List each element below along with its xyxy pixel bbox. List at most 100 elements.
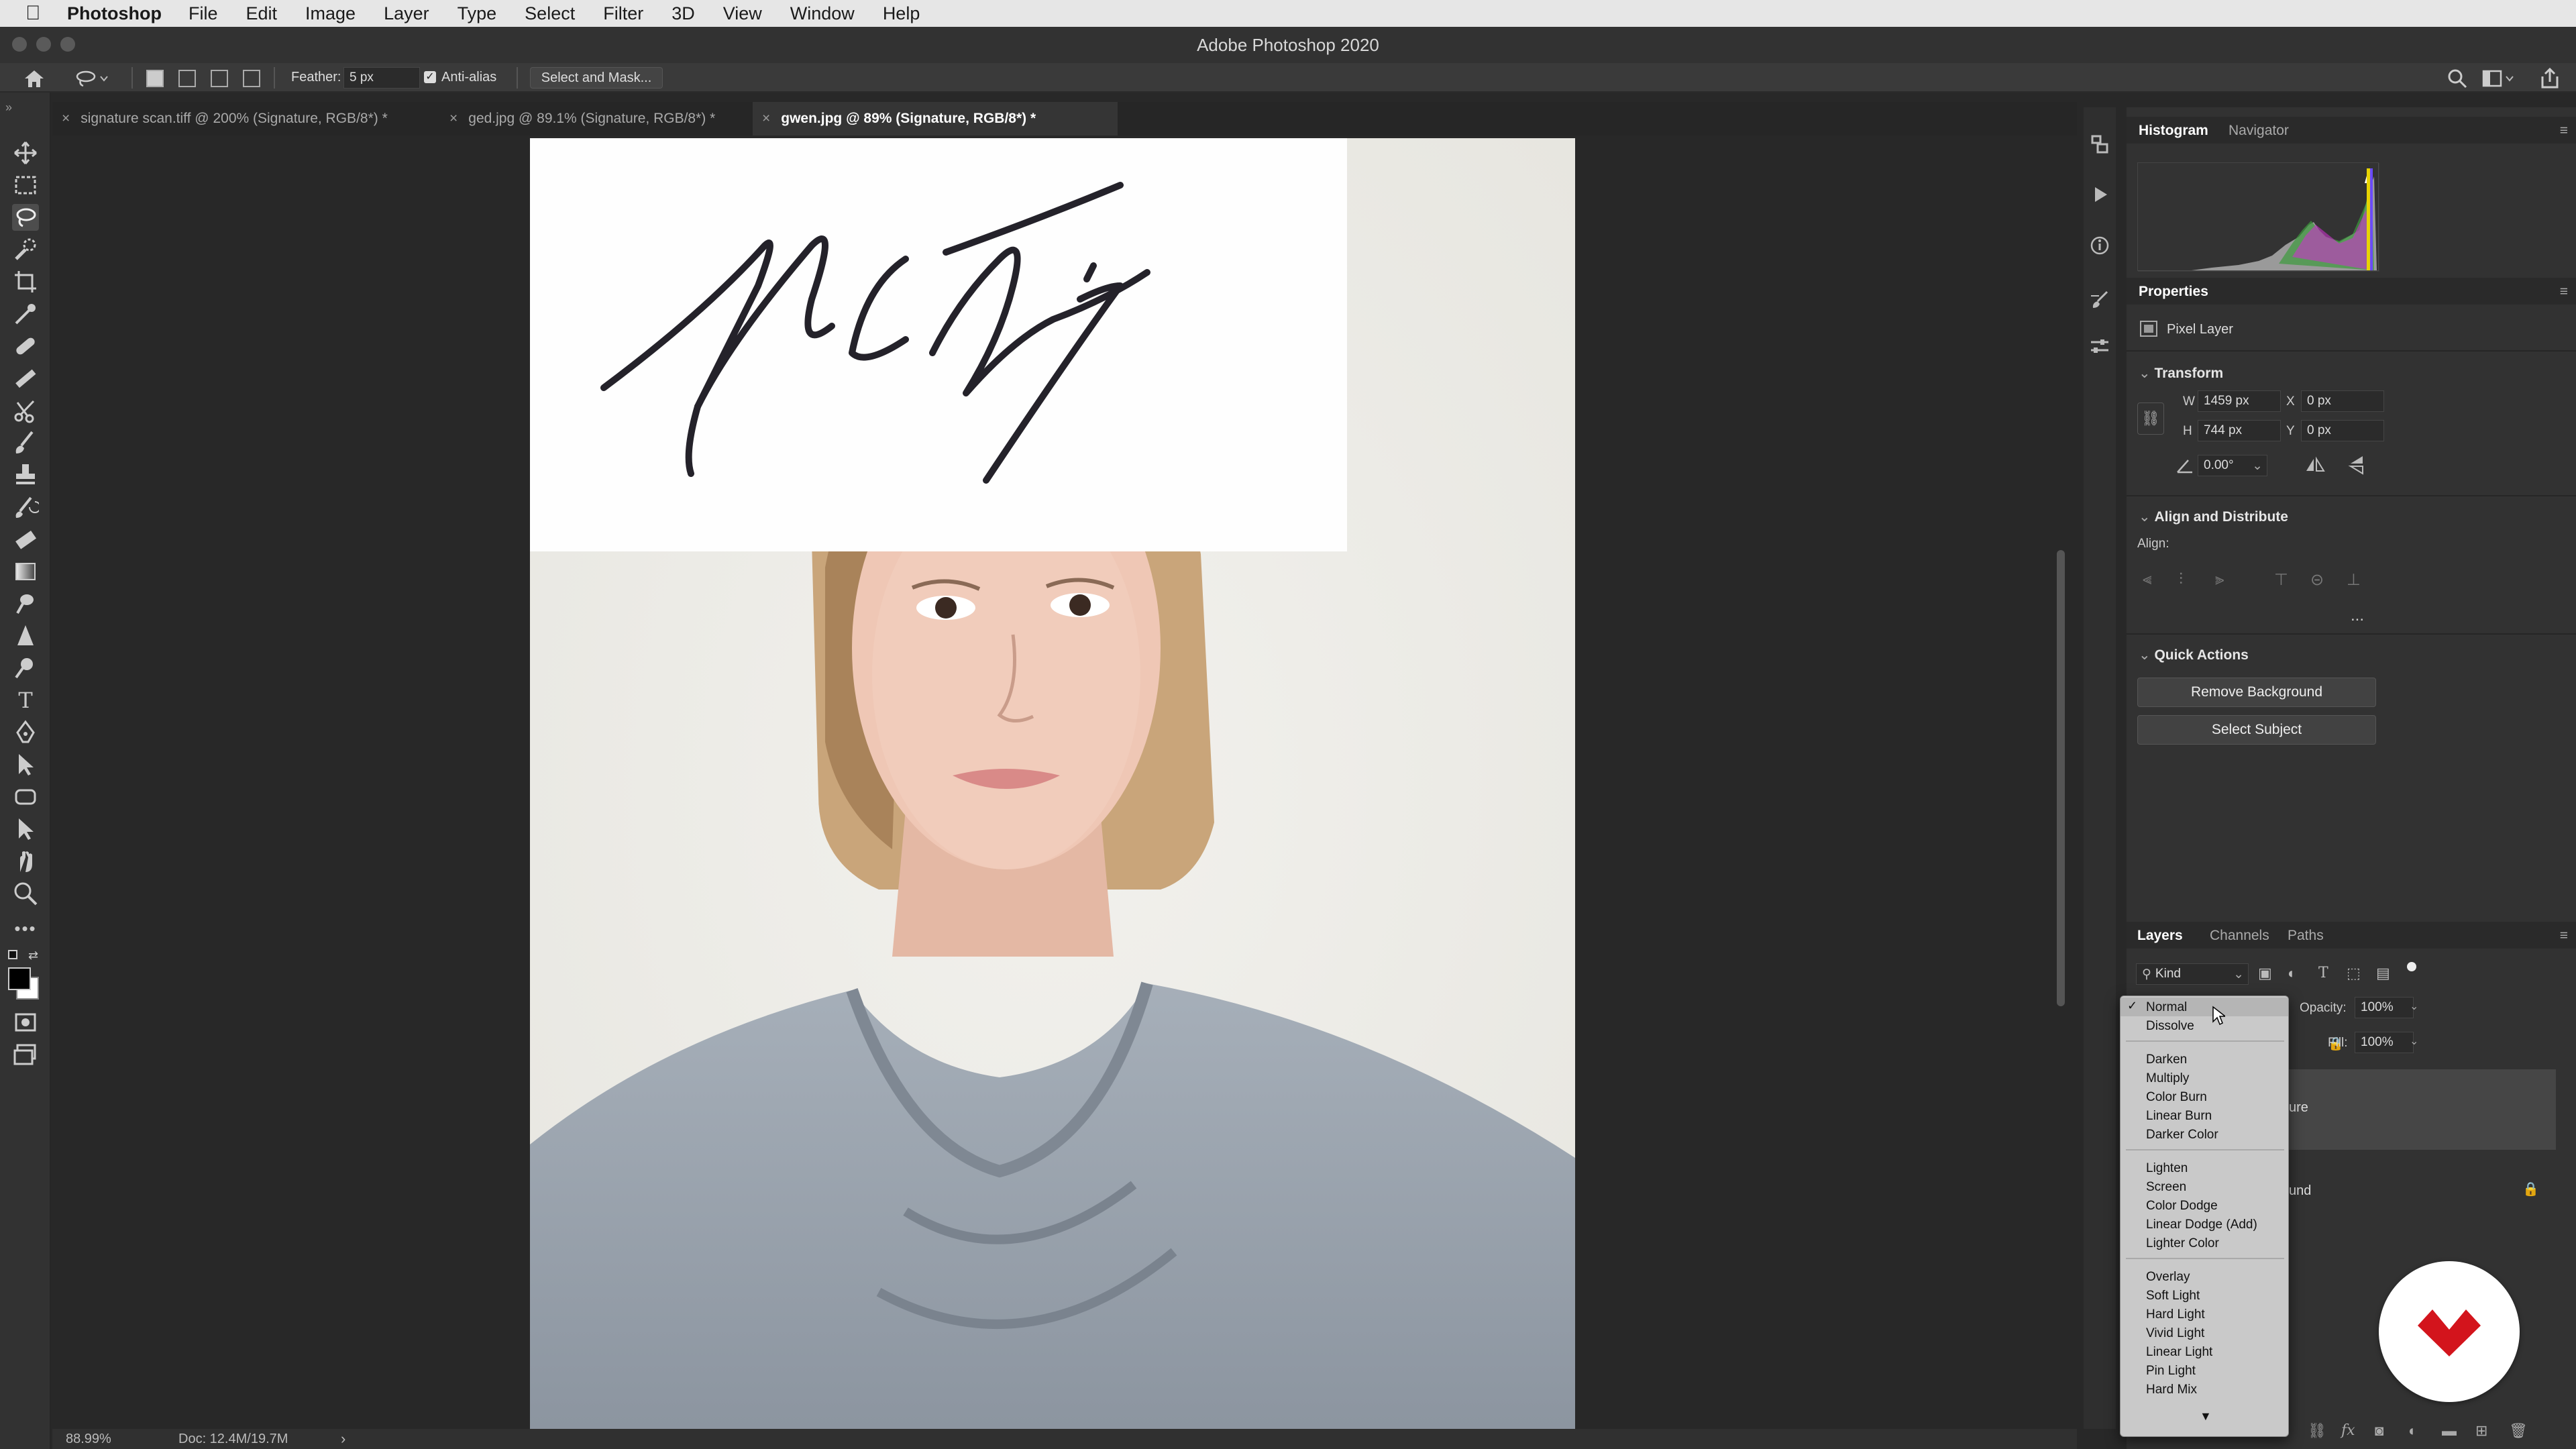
scissors-tool-icon[interactable] <box>12 397 39 424</box>
feather-input[interactable]: 5 px <box>343 67 420 89</box>
new-layer-icon[interactable]: ⊞ <box>2475 1422 2487 1440</box>
panel-menu-icon[interactable]: ≡ <box>2560 284 2568 300</box>
tab-ged[interactable]: × ged.jpg @ 89.1% (Signature, RGB/8*) * <box>440 102 805 136</box>
filter-smart-object-icon[interactable]: ▤ <box>2376 965 2390 982</box>
blend-option-multiply[interactable]: Multiply <box>2146 1071 2189 1086</box>
healing-brush-tool-icon[interactable] <box>12 333 39 360</box>
antialias-checkbox[interactable]: ✓ <box>424 71 436 83</box>
more-tools-icon[interactable]: ••• <box>12 915 39 942</box>
tab-signature-scan[interactable]: × signature scan.tiff @ 200% (Signature,… <box>52 102 448 136</box>
tab-histogram[interactable]: Histogram <box>2139 123 2208 139</box>
signature-layer[interactable] <box>530 138 1347 551</box>
path-selection-tool-icon[interactable] <box>12 751 39 778</box>
filter-toggle-icon[interactable] <box>2407 962 2416 971</box>
history-panel-icon[interactable] <box>2088 131 2112 156</box>
close-tab-icon[interactable]: × <box>762 111 770 127</box>
blend-option-overlay[interactable]: Overlay <box>2146 1270 2190 1285</box>
actions-play-icon[interactable] <box>2088 182 2112 207</box>
info-icon[interactable] <box>2088 233 2112 258</box>
close-tab-icon[interactable]: × <box>62 111 70 127</box>
quick-actions-header[interactable]: ⌄ Quick Actions <box>2139 647 2249 663</box>
scroll-down-arrow-icon[interactable]: ▼ <box>2200 1409 2212 1424</box>
remove-background-button[interactable]: Remove Background <box>2137 678 2376 707</box>
close-tab-icon[interactable]: × <box>449 111 458 127</box>
tab-navigator[interactable]: Navigator <box>2229 123 2289 139</box>
marquee-tool-icon[interactable] <box>12 172 39 199</box>
fill-field[interactable]: 100% <box>2355 1032 2414 1053</box>
zoom-tool-icon[interactable] <box>12 880 39 907</box>
blend-option-hard-light[interactable]: Hard Light <box>2146 1307 2205 1322</box>
panel-menu-icon[interactable]: ≡ <box>2560 928 2568 944</box>
flip-horizontal-icon[interactable] <box>2305 456 2325 474</box>
workspace-icon[interactable] <box>2482 68 2514 89</box>
delete-layer-icon[interactable]: 🗑 <box>2509 1422 2528 1440</box>
blend-option-normal[interactable]: Normal <box>2146 1000 2187 1015</box>
direct-selection-tool-icon[interactable] <box>12 816 39 843</box>
filter-type-icon[interactable]: T <box>2318 965 2328 981</box>
menu-app-name[interactable]: Photoshop <box>67 3 162 24</box>
brush-tool-icon[interactable] <box>12 365 39 392</box>
link-layers-icon[interactable]: ⛓ <box>2308 1422 2326 1440</box>
gradient-tool-icon[interactable] <box>12 558 39 585</box>
x-field[interactable]: 0 px <box>2301 390 2384 412</box>
paint-brush-icon[interactable] <box>12 429 39 456</box>
blend-option-screen[interactable]: Screen <box>2146 1180 2186 1195</box>
tab-channels[interactable]: Channels <box>2210 928 2269 944</box>
clone-stamp-tool-icon[interactable] <box>12 462 39 488</box>
align-left-icon[interactable]: ⫷ <box>2143 570 2152 589</box>
move-tool-icon[interactable] <box>12 140 39 166</box>
height-field[interactable]: 744 px <box>2198 420 2281 441</box>
default-colors-icon[interactable] <box>8 950 17 959</box>
menu-type[interactable]: Type <box>458 3 497 24</box>
panel-menu-icon[interactable]: ≡ <box>2560 123 2568 139</box>
adjustment-layer-icon[interactable]: ◐ <box>2408 1422 2417 1440</box>
blend-option-lighter-color[interactable]: Lighter Color <box>2146 1236 2219 1251</box>
blend-option-dissolve[interactable]: Dissolve <box>2146 1019 2194 1034</box>
swap-colors-icon[interactable]: ⇄ <box>28 949 38 963</box>
subtract-selection-icon[interactable] <box>211 70 228 87</box>
blend-option-darker-color[interactable]: Darker Color <box>2146 1128 2218 1142</box>
brush-settings-icon[interactable] <box>2088 287 2112 311</box>
align-section-header[interactable]: ⌄ Align and Distribute <box>2139 508 2288 525</box>
width-field[interactable]: 1459 px <box>2198 390 2281 412</box>
rectangle-tool-icon[interactable] <box>12 784 39 810</box>
intersect-selection-icon[interactable] <box>243 70 260 87</box>
select-subject-button[interactable]: Select Subject <box>2137 715 2376 745</box>
adjustments-sliders-icon[interactable] <box>2088 334 2112 358</box>
chevron-down-icon[interactable]: ⌄ <box>2410 1034 2418 1048</box>
filter-shape-icon[interactable]: ⬚ <box>2347 965 2361 982</box>
menu-file[interactable]: File <box>189 3 218 24</box>
home-icon[interactable] <box>23 68 46 89</box>
new-group-icon[interactable]: ▬ <box>2442 1422 2457 1440</box>
filter-pixel-icon[interactable]: ▣ <box>2258 965 2272 982</box>
tab-gwen[interactable]: × gwen.jpg @ 89% (Signature, RGB/8*) * <box>753 102 1118 136</box>
chevron-down-icon[interactable]: ⌄ <box>2410 1000 2418 1013</box>
blend-option-lighten[interactable]: Lighten <box>2146 1161 2188 1176</box>
add-to-selection-icon[interactable] <box>178 70 196 87</box>
more-options-icon[interactable]: ... <box>2351 606 2364 625</box>
opacity-field[interactable]: 100% <box>2355 997 2414 1018</box>
align-middle-v-icon[interactable]: ⊝ <box>2310 570 2324 590</box>
filter-adjustment-icon[interactable]: ◐ <box>2288 965 2296 982</box>
status-menu-chevron-icon[interactable]: › <box>341 1430 345 1448</box>
menu-select[interactable]: Select <box>525 3 575 24</box>
tab-paths[interactable]: Paths <box>2288 928 2324 944</box>
blend-option-soft-light[interactable]: Soft Light <box>2146 1289 2200 1303</box>
align-right-icon[interactable]: ⫸ <box>2215 570 2224 589</box>
collapse-tools-icon[interactable]: » <box>5 101 12 115</box>
angle-field[interactable]: 0.00° ⌄ <box>2198 455 2267 476</box>
add-mask-icon[interactable]: ◙ <box>2375 1422 2383 1440</box>
menu-edit[interactable]: Edit <box>246 3 278 24</box>
blend-mode-dropdown[interactable]: ✓ Normal Dissolve Darken Multiply Color … <box>2120 996 2289 1437</box>
align-top-icon[interactable]: ⊤ <box>2274 570 2288 590</box>
tab-layers[interactable]: Layers <box>2137 928 2183 944</box>
vertical-scrollbar[interactable] <box>2057 550 2065 1006</box>
pen-tool-icon[interactable] <box>12 719 39 746</box>
link-dimensions-icon[interactable]: ⛓ <box>2137 402 2164 435</box>
new-selection-icon[interactable] <box>146 70 164 87</box>
blend-option-linear-light[interactable]: Linear Light <box>2146 1345 2212 1360</box>
history-brush-tool-icon[interactable] <box>12 494 39 521</box>
blend-option-linear-dodge[interactable]: Linear Dodge (Add) <box>2146 1218 2257 1232</box>
menu-3d[interactable]: 3D <box>672 3 695 24</box>
align-center-h-icon[interactable]: ⫶ <box>2179 570 2183 589</box>
